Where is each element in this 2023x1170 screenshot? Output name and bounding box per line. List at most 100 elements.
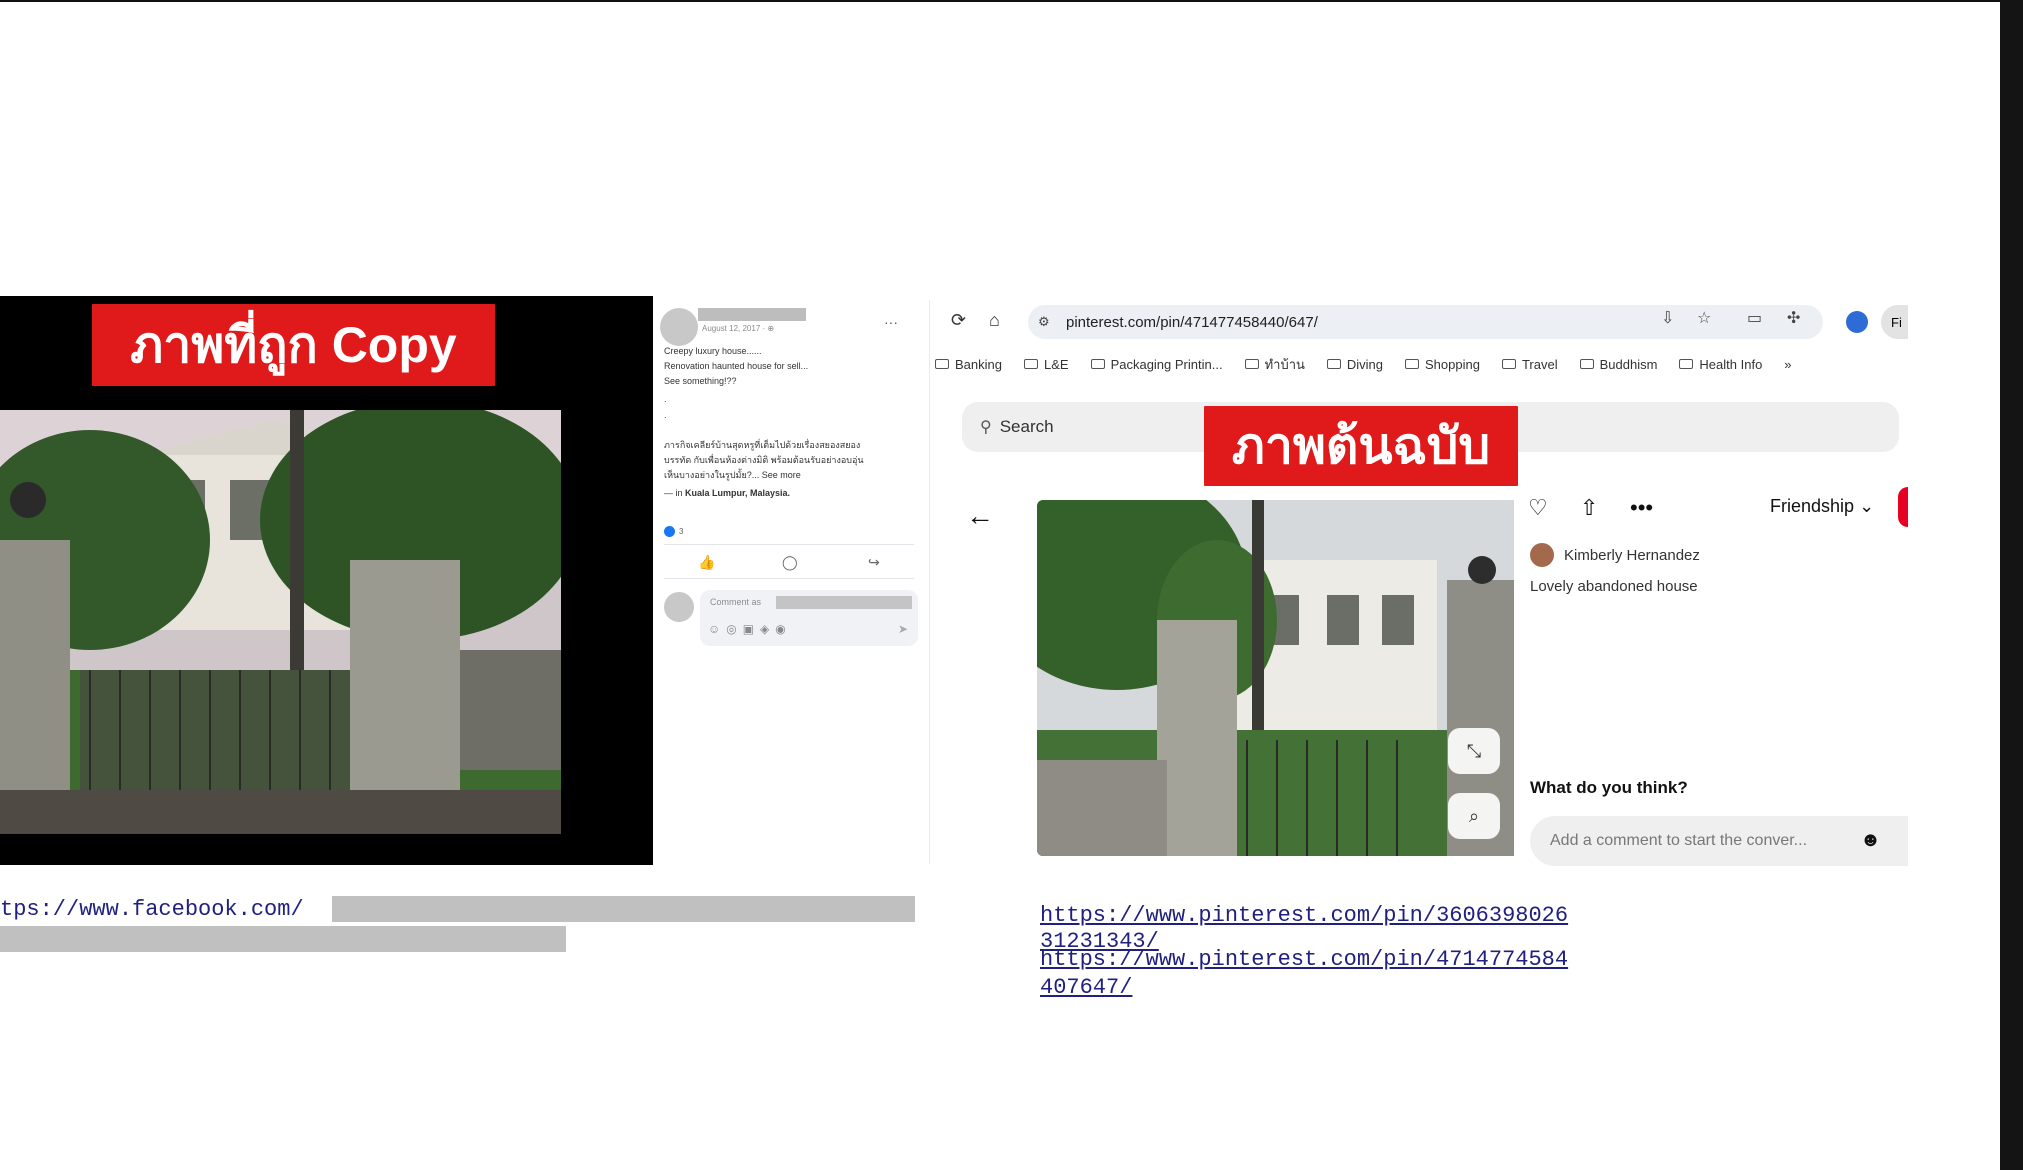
profile-chip[interactable]: Fi — [1881, 305, 1908, 339]
redacted-commenter-name — [776, 596, 912, 609]
thumbs-up-icon[interactable]: 👍 — [698, 554, 715, 571]
search-placeholder: Search — [999, 417, 1054, 436]
pinterest-link-2[interactable]: https://www.pinterest.com/pin/4714774584 — [1040, 948, 1568, 972]
comments-heading: What do you think? — [1530, 778, 1688, 797]
like-reaction-icon — [664, 526, 675, 537]
bookmark-label: L&E — [1043, 356, 1069, 372]
see-more-text[interactable]: เห็นบางอย่างในรูปมั้ย?... See more — [664, 470, 801, 480]
folder-icon — [1326, 359, 1341, 369]
upload-icon[interactable]: ⇧ — [1580, 495, 1598, 521]
send-icon[interactable]: ➤ — [898, 622, 908, 636]
comment-attachment-icons[interactable]: ☺◎▣◈◉ — [708, 622, 792, 636]
board-name: Friendship — [1770, 496, 1855, 516]
site-settings-icon[interactable]: ⚙ — [1038, 314, 1058, 330]
folder-icon — [1679, 359, 1694, 369]
folder-icon — [1579, 359, 1594, 369]
bookmarks-bar: Banking L&E Packaging Printin... ทำบ้าน … — [935, 352, 1908, 376]
bookmark-label: Shopping — [1425, 356, 1480, 372]
bookmark-label: Packaging Printin... — [1110, 356, 1223, 372]
emoji-icon[interactable]: ☻ — [1860, 829, 1881, 852]
comment-placeholder: Comment as — [710, 597, 762, 607]
divider — [664, 578, 914, 579]
folder-icon — [1244, 359, 1259, 369]
location-prefix: — in — [664, 488, 686, 498]
visual-search-icon[interactable]: ⌕ — [1448, 793, 1500, 839]
comment-input[interactable]: Comment as ☺◎▣◈◉ ➤ — [700, 590, 918, 646]
post-text-line: Creepy luxury house...... — [664, 346, 762, 356]
bookmark-label: ทำบ้าน — [1264, 356, 1305, 372]
pinterest-link-1[interactable]: https://www.pinterest.com/pin/3606398026 — [1040, 904, 1568, 928]
bookmark-home[interactable]: ทำบ้าน — [1244, 352, 1305, 376]
star-icon[interactable]: ☆ — [1697, 308, 1711, 328]
bookmark-label: Health Info — [1699, 356, 1763, 372]
post-text-line: . — [664, 394, 667, 404]
folder-icon — [1405, 359, 1420, 369]
post-text-line: See something!?? — [664, 376, 737, 386]
comment-placeholder: Add a comment to start the conver... — [1550, 832, 1808, 849]
bookmarks-overflow[interactable]: » — [1784, 352, 1791, 376]
post-text-line[interactable]: เห็นบางอย่างในรูปมั้ย?... See more — [664, 468, 801, 482]
bookmark-label: Diving — [1346, 356, 1384, 372]
extensions-icon[interactable]: ✣ — [1787, 308, 1800, 328]
bookmark-label: Travel — [1521, 356, 1558, 372]
comment-icon[interactable]: ◯ — [782, 554, 798, 571]
avatar — [660, 308, 698, 346]
original-house-photo[interactable] — [1037, 500, 1514, 856]
bookmark-health-info[interactable]: Health Info — [1679, 352, 1762, 376]
bookmark-le[interactable]: L&E — [1023, 352, 1069, 376]
post-date: August 12, 2017 · ⊕ — [702, 324, 775, 333]
folder-icon — [1023, 359, 1038, 369]
ellipsis-icon[interactable]: ••• — [1630, 495, 1653, 521]
url-text[interactable]: pinterest.com/pin/471477458440/647/ — [1066, 314, 1318, 331]
post-text-line: บรรทัด กับเพื่อนห้องต่างมิติ พร้อมต้อนรั… — [664, 455, 864, 465]
home-icon[interactable]: ⌂ — [989, 310, 1000, 331]
profile-avatar[interactable] — [1846, 311, 1868, 333]
location-link[interactable]: Kuala Lumpur, Malaysia. — [685, 488, 790, 498]
pin-description: Lovely abandoned house — [1530, 578, 1698, 595]
arrow-left-icon[interactable]: ← — [966, 500, 994, 532]
pinterest-link-2-cont[interactable]: 407647/ — [1040, 976, 1132, 1000]
pin-author[interactable]: Kimberly Hernandez — [1564, 547, 1700, 564]
redacted-url — [332, 896, 915, 922]
comment-input[interactable]: Add a comment to start the conver... — [1530, 816, 1908, 866]
divider — [664, 544, 914, 545]
bookmark-buddhism[interactable]: Buddhism — [1579, 352, 1658, 376]
search-icon: ⚲ — [980, 419, 992, 436]
bookmark-label: Banking — [955, 356, 1002, 372]
share-icon[interactable]: ↪ — [868, 554, 880, 571]
folder-icon — [1090, 359, 1105, 369]
post-text-line: Renovation haunted house for sell... — [664, 361, 809, 371]
facebook-source-link[interactable]: tps://www.facebook.com/ — [0, 897, 304, 922]
heart-icon[interactable]: ♡ — [1528, 495, 1548, 521]
post-text-line: . — [664, 410, 667, 420]
original-image-banner: ภาพต้นฉบับ — [1204, 406, 1518, 486]
chevron-down-icon: ⌄ — [1859, 496, 1875, 516]
copied-image-slide: ภาพที่ถูก Copy — [0, 296, 653, 865]
bookmark-diving[interactable]: Diving — [1326, 352, 1384, 376]
divider — [929, 300, 930, 864]
avatar[interactable] — [1530, 543, 1554, 567]
copied-house-photo — [0, 410, 561, 834]
like-count[interactable]: 3 — [664, 526, 683, 537]
reload-icon[interactable]: ⟳ — [951, 310, 966, 331]
copied-image-banner: ภาพที่ถูก Copy — [92, 304, 495, 386]
save-button[interactable] — [1898, 487, 1908, 527]
right-edge-bar — [2000, 0, 2023, 1170]
bookmark-shopping[interactable]: Shopping — [1405, 352, 1480, 376]
bookmark-banking[interactable]: Banking — [935, 352, 1002, 376]
folder-icon — [1501, 359, 1516, 369]
install-app-icon[interactable]: ⇩ — [1661, 308, 1674, 328]
commenter-avatar — [664, 592, 694, 622]
redacted-url — [0, 926, 566, 952]
like-count-value: 3 — [679, 527, 684, 536]
board-selector[interactable]: Friendship ⌄ — [1770, 496, 1874, 517]
bookmark-packaging[interactable]: Packaging Printin... — [1090, 352, 1223, 376]
bookmark-label: Buddhism — [1599, 356, 1658, 372]
post-text-line: ภารกิจเคลียร์บ้านสุดหรูที่เต็มไปด้วยเรื่… — [664, 440, 861, 450]
top-border — [0, 0, 2000, 2]
more-options-icon[interactable]: ··· — [884, 314, 898, 330]
cast-icon[interactable]: ▭ — [1747, 308, 1762, 328]
expand-icon[interactable]: ⤡ — [1448, 728, 1500, 774]
bookmark-travel[interactable]: Travel — [1501, 352, 1558, 376]
folder-icon — [935, 359, 949, 369]
